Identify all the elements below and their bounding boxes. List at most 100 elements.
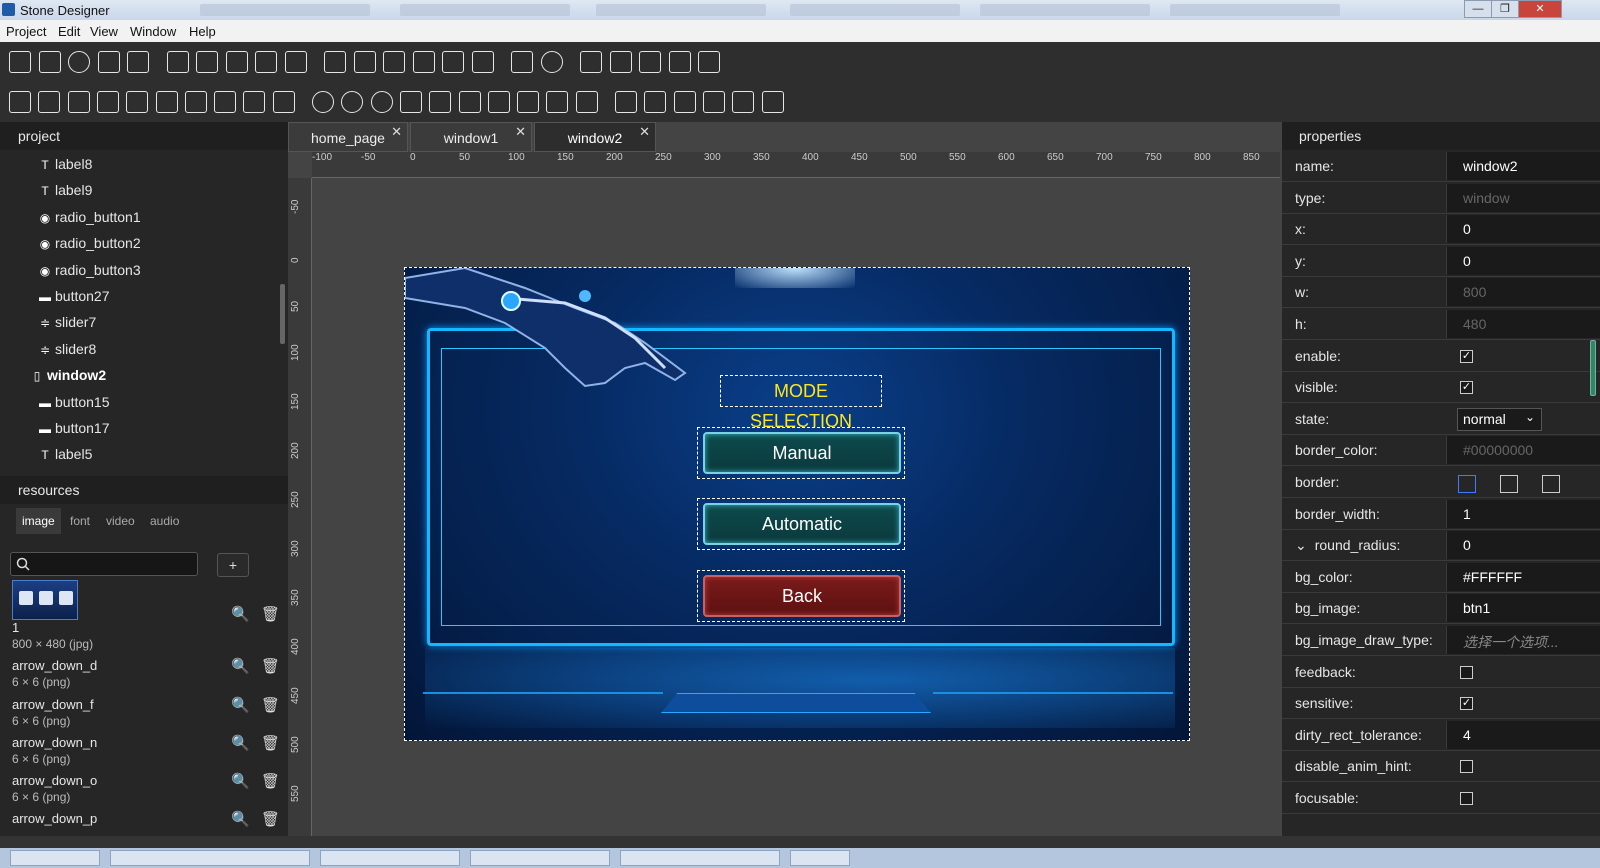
split-icon[interactable] — [487, 91, 510, 113]
tab-window2[interactable]: window2 ✕ — [534, 122, 656, 152]
move-icon[interactable] — [702, 91, 725, 113]
check-icon[interactable] — [38, 51, 61, 73]
mixer-icon[interactable] — [609, 51, 632, 73]
close-button[interactable]: ✕ — [1518, 0, 1562, 18]
border-style-icon[interactable] — [1500, 475, 1518, 493]
automatic-button[interactable]: Automatic — [703, 503, 901, 545]
zoom-icon[interactable]: 🔍 — [231, 606, 250, 624]
close-icon[interactable]: ✕ — [515, 124, 526, 140]
lock-icon[interactable] — [668, 51, 691, 73]
button-icon[interactable] — [9, 51, 31, 73]
resource-name[interactable]: arrow_down_f — [12, 697, 94, 712]
border-style-icon[interactable] — [1458, 475, 1476, 493]
menu-view[interactable]: View — [90, 24, 118, 39]
edit-icon[interactable] — [324, 51, 346, 73]
svg-icon[interactable] — [225, 51, 248, 73]
zoom-icon[interactable]: 🔍 — [231, 697, 250, 715]
property-value[interactable]: 选择一个选项... — [1446, 626, 1600, 654]
text-icon[interactable] — [442, 51, 464, 73]
tree-item-button17[interactable]: ▬ button17 — [38, 420, 110, 446]
minimize-button[interactable]: — — [1464, 0, 1492, 18]
resource-name[interactable]: 1 — [12, 620, 19, 635]
gif-icon[interactable] — [196, 51, 218, 73]
columns-icon[interactable] — [458, 91, 481, 113]
gauge-icon[interactable] — [370, 91, 393, 113]
taskbar-item[interactable] — [10, 850, 100, 866]
taskbar-item[interactable] — [110, 850, 310, 866]
edit-icon[interactable] — [383, 51, 405, 73]
scrollbar-icon[interactable] — [272, 91, 295, 113]
rows-icon[interactable] — [429, 91, 452, 113]
list-icon[interactable] — [127, 51, 149, 73]
resource-thumbnail[interactable] — [12, 580, 78, 620]
list-view-icon[interactable] — [96, 91, 119, 113]
list-icon[interactable] — [126, 91, 149, 113]
ordered-list-icon[interactable] — [155, 91, 178, 113]
tree-item-radio_button2[interactable]: ◉ radio_button2 — [38, 235, 141, 261]
switch-icon[interactable] — [97, 51, 120, 73]
property-value[interactable]: 480 — [1446, 310, 1600, 338]
menu-edit[interactable]: Edit — [58, 24, 80, 39]
progress-circle-icon[interactable] — [540, 51, 563, 73]
project-scrollbar[interactable] — [280, 284, 285, 344]
window-icon[interactable] — [575, 91, 598, 113]
tab-icon[interactable] — [38, 91, 61, 113]
zoom-icon[interactable]: 🔍 — [231, 658, 250, 676]
resource-name[interactable]: arrow_down_n — [12, 735, 97, 750]
text-scale-icon[interactable] — [471, 51, 494, 73]
button-group-icon[interactable] — [67, 91, 90, 113]
property-checkbox[interactable] — [1460, 792, 1473, 805]
taskbar-item[interactable] — [320, 850, 460, 866]
tab-home-page[interactable]: home_page ✕ — [288, 122, 408, 152]
tab-video[interactable]: video — [100, 508, 141, 534]
tab-audio[interactable]: audio — [144, 508, 185, 534]
state-select[interactable]: normal ⌄ — [1457, 407, 1542, 431]
property-value[interactable]: 0 — [1446, 531, 1600, 560]
property-value[interactable]: #FFFFFF — [1446, 562, 1600, 591]
scroll-icon[interactable] — [243, 91, 266, 113]
expand-chevron-icon[interactable]: ⌄ — [1295, 537, 1307, 553]
trash-icon[interactable]: 🗑 — [261, 658, 280, 676]
property-value[interactable]: 0 — [1446, 215, 1600, 244]
tree-item-button27[interactable]: ▬ button27 — [38, 288, 110, 314]
taskbar-item[interactable] — [620, 850, 780, 866]
edit-multi-icon[interactable] — [353, 51, 376, 73]
property-checkbox[interactable]: ✓ — [1460, 381, 1473, 395]
property-checkbox[interactable]: ✓ — [1460, 349, 1473, 363]
resource-name[interactable]: arrow_down_o — [12, 773, 97, 788]
menu-project[interactable]: Project — [6, 24, 46, 39]
keyboard-icon[interactable] — [580, 51, 602, 73]
mode-selection-label[interactable]: MODE SELECTION — [721, 376, 881, 431]
grid-icon[interactable] — [615, 91, 637, 113]
panel-icon[interactable] — [517, 91, 540, 113]
property-value[interactable]: 4 — [1446, 720, 1600, 749]
property-value[interactable]: window — [1446, 183, 1600, 212]
tree-item-window2[interactable]: ▯ window2 — [30, 367, 106, 393]
download-icon[interactable] — [639, 51, 661, 73]
tree-item-label8[interactable]: Tlabel8 — [38, 156, 92, 182]
manual-button[interactable]: Manual — [703, 432, 901, 474]
menu-help[interactable]: Help — [189, 24, 216, 39]
property-value[interactable]: window2 — [1446, 152, 1600, 180]
crop-icon[interactable] — [673, 91, 696, 113]
qrcode-icon[interactable] — [761, 91, 784, 113]
taskbar-item[interactable] — [470, 850, 610, 866]
property-value[interactable]: 800 — [1446, 278, 1600, 307]
close-icon[interactable]: ✕ — [391, 124, 402, 140]
tree-item-radio_button3[interactable]: ◉ radio_button3 — [38, 262, 141, 288]
clock-icon[interactable] — [312, 91, 334, 113]
close-icon[interactable]: ✕ — [639, 124, 650, 140]
add-resource-button[interactable]: + — [217, 553, 249, 577]
monitor-icon[interactable] — [214, 91, 237, 113]
property-checkbox[interactable] — [1460, 760, 1473, 774]
grid-view-icon[interactable] — [644, 91, 667, 113]
barcode-icon[interactable] — [732, 91, 755, 113]
design-stage-window2[interactable]: MODE SELECTION Manual Automatic Back — [404, 267, 1190, 741]
zoom-icon[interactable]: 🔍 — [231, 811, 250, 829]
gallery-icon[interactable] — [284, 51, 307, 73]
zoom-icon[interactable]: 🔍 — [231, 735, 250, 753]
tree-item-slider7[interactable]: ≑ slider7 — [38, 314, 96, 340]
resource-name[interactable]: arrow_down_p — [12, 811, 97, 826]
border-style-icon[interactable] — [1542, 475, 1560, 493]
menu-window[interactable]: Window — [130, 24, 176, 39]
